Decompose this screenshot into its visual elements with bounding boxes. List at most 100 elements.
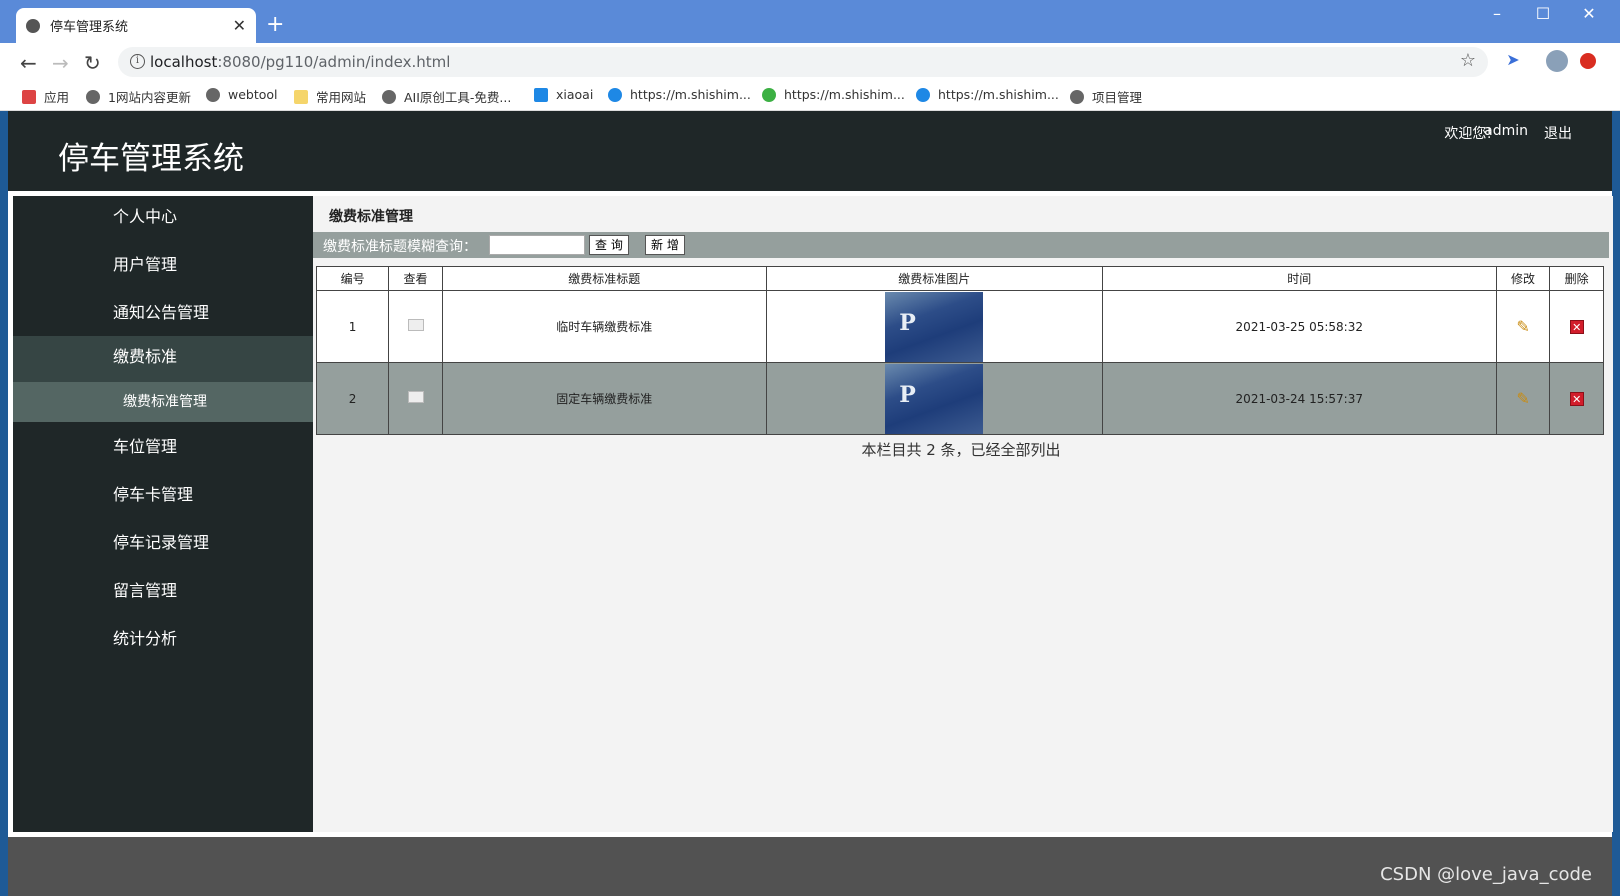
system-title: 停车管理系统 (58, 141, 244, 177)
c-icon (608, 87, 622, 102)
row-time: 2021-03-25 05:58:32 (1101, 290, 1497, 363)
sidebar-subitem-fee-standard-manage[interactable]: 缴费标准管理 (13, 382, 313, 422)
row-image: P (765, 362, 1103, 435)
column-header: 修改 (1495, 266, 1551, 291)
close-tab-icon[interactable]: ✕ (233, 16, 246, 35)
sidebar-item-personal-center[interactable]: 个人中心 (13, 196, 313, 244)
search-bar: 缴费标准标题模糊查询： 查 询 新 增 (313, 232, 1609, 258)
page-title: 缴费标准管理 (329, 209, 413, 225)
username: admin (1484, 123, 1528, 139)
bookmark-apps[interactable]: 应用 (22, 87, 69, 106)
bookmark-item[interactable]: 项目管理 (1070, 87, 1142, 106)
delete-cell: ✕ (1549, 362, 1604, 435)
column-header: 缴费标准图片 (765, 266, 1103, 291)
row-title: 临时车辆缴费标准 (441, 290, 767, 363)
sidebar-item-users[interactable]: 用户管理 (13, 244, 313, 292)
add-button[interactable]: 新 增 (645, 235, 685, 255)
update-icon[interactable] (1580, 53, 1596, 69)
extension-icon[interactable]: ➤ (1502, 50, 1524, 72)
query-button[interactable]: 查 询 (589, 235, 629, 255)
list-summary: 本栏目共 2 条，已经全部列出 (861, 441, 1061, 459)
bookmark-item[interactable]: webtool (206, 87, 278, 102)
bookmark-item[interactable]: AII原创工具-免费... (382, 87, 511, 106)
edit-cell: ✎ (1495, 362, 1551, 435)
fee-sign-image: P (885, 363, 984, 434)
window-close-icon[interactable]: ✕ (1566, 4, 1612, 23)
chat-icon (762, 87, 776, 102)
p-icon (534, 87, 548, 102)
globe-icon (26, 18, 40, 33)
bookmark-item[interactable]: https://m.shishim... (608, 87, 751, 102)
sidebar-item-parking-records[interactable]: 停车记录管理 (13, 522, 313, 570)
watermark: CSDN @love_java_code (1380, 864, 1592, 885)
info-icon[interactable]: i (130, 54, 145, 69)
page-footer (8, 837, 1612, 896)
globe-icon (86, 89, 100, 104)
table-row: 2 固定车辆缴费标准 P 2021-03-24 15:57:37 ✎ ✕ (315, 362, 1604, 435)
search-input[interactable] (489, 235, 585, 255)
bookmark-item[interactable]: 1网站内容更新 (86, 87, 191, 106)
column-header: 时间 (1101, 266, 1497, 291)
search-label: 缴费标准标题模糊查询： (323, 239, 477, 255)
column-header: 缴费标准标题 (441, 266, 767, 291)
profile-avatar[interactable] (1546, 50, 1568, 72)
view-icon[interactable] (407, 391, 424, 403)
sidebar-item-parking-spaces[interactable]: 车位管理 (13, 426, 313, 474)
sidebar: 个人中心 用户管理 通知公告管理 缴费标准 缴费标准管理 车位管理 停车卡管理 … (13, 196, 313, 832)
globe-icon (1070, 89, 1084, 104)
fee-sign-image: P (885, 291, 984, 362)
app-header: 停车管理系统 欢迎您! admin 退出 (8, 111, 1612, 191)
new-tab-icon[interactable]: + (266, 12, 284, 37)
table-header-row: 编号 查看 缴费标准标题 缴费标准图片 时间 修改 删除 (315, 266, 1604, 291)
sidebar-item-messages[interactable]: 留言管理 (13, 570, 313, 618)
folder-icon (294, 89, 308, 104)
bookmark-item[interactable]: https://m.shishim... (762, 87, 905, 102)
row-id: 1 (315, 290, 390, 363)
web-page: 停车管理系统 欢迎您! admin 退出 个人中心 用户管理 通知公告管理 缴费… (8, 111, 1613, 896)
sidebar-item-fee-standard[interactable]: 缴费标准 (13, 336, 313, 384)
view-cell (388, 290, 443, 363)
globe-icon (382, 89, 396, 104)
forward-icon[interactable]: → (52, 51, 69, 75)
bookmark-folder[interactable]: 常用网站 (294, 87, 366, 106)
sidebar-item-parking-cards[interactable]: 停车卡管理 (13, 474, 313, 522)
logout-link[interactable]: 退出 (1544, 123, 1572, 143)
bookmark-item[interactable]: xiaoai (534, 87, 593, 102)
parking-p-glyph: P (899, 381, 916, 408)
main-content: 缴费标准管理 缴费标准标题模糊查询： 查 询 新 增 编号 查看 缴费标准标题 … (313, 196, 1613, 832)
fee-standard-table: 编号 查看 缴费标准标题 缴费标准图片 时间 修改 删除 1 临时车辆缴费标准 … (315, 266, 1604, 435)
globe-icon (206, 87, 220, 102)
back-icon[interactable]: ← (20, 51, 37, 75)
row-image: P (765, 290, 1103, 363)
browser-tab-bar: 停车管理系统 ✕ + – ☐ ✕ (0, 0, 1620, 43)
browser-tab[interactable]: 停车管理系统 ✕ (16, 8, 256, 43)
url-text: localhost:8080/pg110/admin/index.html (150, 53, 451, 71)
bookmark-star-icon[interactable]: ☆ (1460, 50, 1476, 71)
minimize-icon[interactable]: – (1474, 4, 1520, 23)
delete-icon[interactable]: ✕ (1569, 391, 1584, 406)
c-icon (916, 87, 930, 102)
bookmarks-bar: 应用 1网站内容更新 webtool 常用网站 AII原创工具-免费... xi… (0, 81, 1620, 111)
address-bar[interactable]: i localhost:8080/pg110/admin/index.html … (118, 47, 1488, 77)
column-header: 编号 (315, 266, 390, 291)
reload-icon[interactable]: ↻ (84, 51, 101, 75)
view-icon[interactable] (407, 319, 424, 331)
tab-title: 停车管理系统 (50, 20, 129, 35)
view-cell (388, 362, 443, 435)
sidebar-item-notices[interactable]: 通知公告管理 (13, 292, 313, 340)
parking-p-glyph: P (899, 309, 916, 336)
apps-icon (22, 89, 36, 104)
bookmark-item[interactable]: https://m.shishim... (916, 87, 1059, 102)
table-row: 1 临时车辆缴费标准 P 2021-03-25 05:58:32 ✎ ✕ (315, 290, 1604, 363)
delete-icon[interactable]: ✕ (1569, 319, 1584, 334)
maximize-icon[interactable]: ☐ (1520, 4, 1566, 23)
sidebar-item-statistics[interactable]: 统计分析 (13, 618, 313, 666)
pencil-icon[interactable]: ✎ (1516, 317, 1529, 336)
delete-cell: ✕ (1549, 290, 1604, 363)
row-title: 固定车辆缴费标准 (441, 362, 767, 435)
column-header: 删除 (1549, 266, 1604, 291)
browser-toolbar: ← → ↻ i localhost:8080/pg110/admin/index… (0, 43, 1620, 81)
column-header: 查看 (388, 266, 443, 291)
pencil-icon[interactable]: ✎ (1516, 389, 1529, 408)
row-time: 2021-03-24 15:57:37 (1101, 362, 1497, 435)
